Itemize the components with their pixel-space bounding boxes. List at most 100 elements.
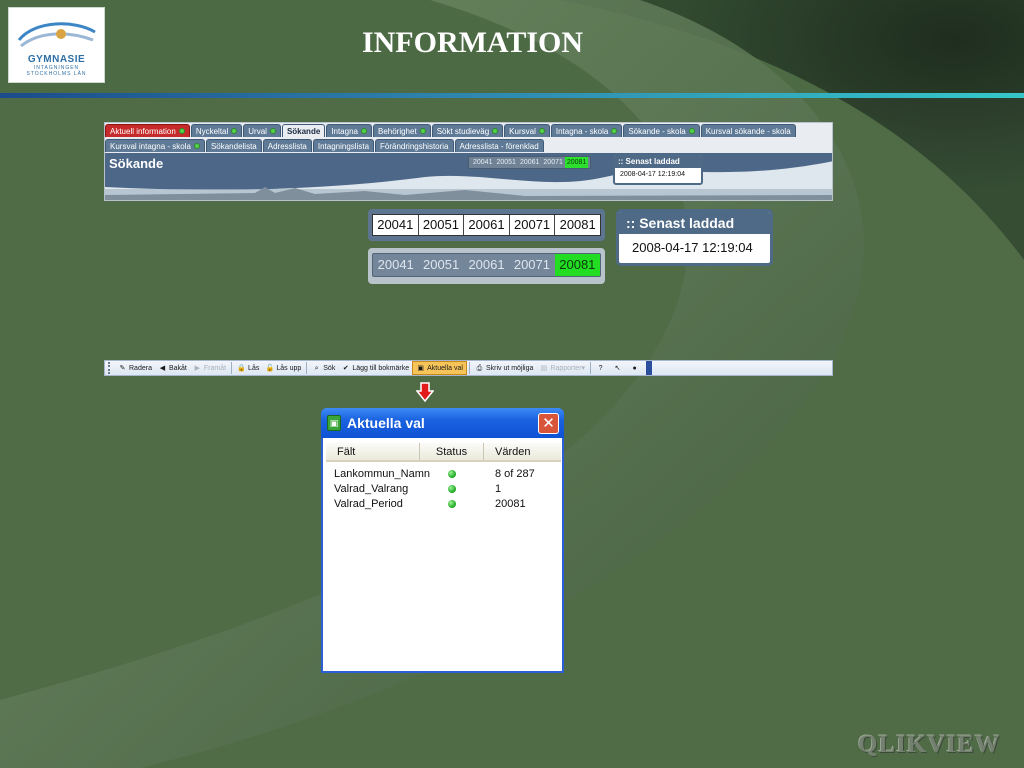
bakåt-button[interactable]: ◀ Bakåt: [155, 361, 190, 375]
close-button[interactable]: ✕: [538, 413, 559, 434]
period-option[interactable]: 20081: [554, 254, 601, 276]
tab-adresslista-förenklad[interactable]: Adresslista - förenklad: [454, 139, 544, 152]
period-option[interactable]: 20061: [464, 254, 509, 276]
tab-intagna[interactable]: Intagna: [326, 124, 372, 137]
period-option[interactable]: 20061: [518, 157, 541, 168]
toolbar-separator: [468, 362, 470, 374]
period-option[interactable]: 20071: [541, 157, 564, 168]
status-green-icon: [448, 469, 456, 478]
logo: GYMNASIE INTAGNINGEN STOCKHOLMS LÄN: [8, 7, 105, 83]
sök-button[interactable]: ⌕ Sök: [309, 361, 338, 375]
selection-row[interactable]: Valrad_Valrang 1: [326, 481, 561, 496]
field-values: 20081: [495, 497, 526, 510]
tab-adresslista[interactable]: Adresslista: [262, 139, 312, 152]
qlikview-toolbar: ✎ Radera ◀ Bakåt ▶ Framåt 🔒 Lås 🔓 Lås upp ⌕ Sök ✔ Läg…: [104, 360, 833, 376]
status-dot-icon: [193, 143, 200, 149]
period-option[interactable]: 20061: [464, 215, 510, 235]
aktuella-val-button[interactable]: ▣ Aktuella val: [412, 361, 467, 375]
chat-icon: ●: [632, 364, 637, 372]
tab-kursval-intagna-skola[interactable]: Kursval intagna - skola: [105, 139, 205, 152]
tab-förändringshistoria[interactable]: Förändringshistoria: [375, 139, 454, 152]
period-option[interactable]: 20081: [564, 157, 589, 168]
banner-last-loaded-label: :: Senast laddad: [615, 156, 701, 168]
tab-kursval[interactable]: Kursval: [504, 124, 550, 137]
toolbar-button-label: Radera: [129, 364, 152, 372]
skriv-ut-möjliga-button[interactable]: ⎙ Skriv ut möjliga: [472, 361, 536, 375]
banner-period-selector[interactable]: 20041 20051 20061 20071 20081: [468, 156, 592, 169]
column-header-field[interactable]: Fält: [326, 443, 420, 460]
eraser-icon: ✎: [119, 364, 126, 372]
tab-label: Intagna: [331, 126, 358, 136]
tab-behörighet[interactable]: Behörighet: [372, 124, 431, 137]
tab-label: Urval: [248, 126, 267, 136]
toolbar-end-cap: [646, 361, 653, 375]
period-option[interactable]: 20041: [373, 254, 418, 276]
tab-row-2: Kursval intagna - skola Sökandelista Adres…: [105, 139, 545, 153]
selection-row[interactable]: Valrad_Period 20081: [326, 496, 561, 511]
status-dot-icon: [231, 128, 238, 134]
lås-button[interactable]: 🔒 Lås: [234, 361, 262, 375]
tab-label: Adresslista: [267, 141, 307, 151]
tab-intagna-skola[interactable]: Intagna - skola: [550, 124, 623, 137]
toolbar-button-label: Bakåt: [168, 364, 187, 372]
period-selector-zoom-unselected: 20041 20051 20061 20071 20081: [368, 209, 605, 241]
toolbar-button-label: Aktuella val: [427, 364, 463, 372]
period-option[interactable]: 20041: [373, 215, 419, 235]
search-icon: ⌕: [314, 364, 319, 372]
tab-urval[interactable]: Urval: [243, 124, 281, 137]
period-option[interactable]: 20051: [418, 254, 463, 276]
tab-intagningslista[interactable]: Intagningslista: [312, 139, 375, 152]
lock-icon: 🔒: [237, 364, 246, 372]
toolbar-button-label: Lås: [248, 364, 260, 372]
selection-row[interactable]: Lankommun_Namn 8 of 287: [326, 466, 561, 481]
toolbar-button-label: Lås upp: [276, 364, 302, 372]
qlikview-brand: QLIKVIEW: [858, 731, 1001, 758]
toolbar-separator: [590, 362, 592, 374]
tab-label: Intagningslista: [317, 141, 370, 151]
column-header-status[interactable]: Status: [420, 443, 484, 460]
print-icon: ⎙: [476, 364, 483, 372]
window-titlebar[interactable]: ▣ Aktuella val ✕: [321, 408, 564, 438]
tab-sökande-skola[interactable]: Sökande - skola: [623, 124, 700, 137]
column-header-values[interactable]: Värden: [484, 443, 561, 460]
status-green-icon: [448, 499, 456, 508]
lägg-till-bokmärke-button[interactable]: ✔ Lägg till bokmärke: [338, 361, 412, 375]
tab-sökt-studieväg[interactable]: Sökt studieväg: [431, 124, 504, 137]
tab-aktuell-information[interactable]: Aktuell information: [105, 124, 190, 137]
tab-sökande[interactable]: Sökande: [281, 124, 326, 137]
back-icon: ◀: [159, 364, 166, 372]
field-values: 1: [495, 482, 502, 495]
current-selections-icon: ▣: [327, 415, 341, 431]
chat-button[interactable]: ●: [627, 361, 644, 375]
period-option[interactable]: 20071: [509, 254, 554, 276]
header-divider: [0, 93, 1024, 98]
status-dot-icon: [688, 128, 695, 134]
status-dot-icon: [611, 128, 618, 134]
logo-name: GYMNASIE: [27, 54, 86, 65]
tab-kursval-sökande-skola[interactable]: Kursval sökande - skola: [700, 124, 796, 137]
radera-button[interactable]: ✎ Radera: [115, 361, 155, 375]
status-cell: [420, 499, 484, 508]
rapporter-button[interactable]: ▤ Rapporter ▾: [536, 361, 588, 375]
lås-upp-button[interactable]: 🔓 Lås upp: [262, 361, 304, 375]
period-option[interactable]: 20051: [494, 157, 517, 168]
tab-label: Kursval sökande - skola: [705, 126, 791, 136]
tab-row-1: Aktuell information Nyckeltal Urval Sökande…: [105, 124, 797, 138]
period-option[interactable]: 20051: [419, 215, 465, 235]
tab-label: Sökande - skola: [628, 126, 686, 136]
status-dot-icon: [419, 128, 426, 134]
toolbar-grip-handle[interactable]: [108, 362, 112, 374]
bookmark-icon: ✔: [342, 364, 349, 372]
status-cell: [420, 469, 484, 478]
down-arrow-icon: [416, 382, 434, 402]
tab-sökandelista[interactable]: Sökandelista: [205, 139, 262, 152]
framåt-button[interactable]: ▶ Framåt: [190, 361, 229, 375]
banner-last-loaded: :: Senast laddad 2008-04-17 12:19:04: [613, 154, 703, 185]
tab-label: Behörighet: [377, 126, 417, 136]
period-option[interactable]: 20081: [555, 215, 600, 235]
period-option[interactable]: 20071: [510, 215, 556, 235]
period-option[interactable]: 20041: [471, 157, 494, 168]
tab-nyckeltal[interactable]: Nyckeltal: [190, 124, 243, 137]
help-button[interactable]: ?: [593, 361, 610, 375]
context-help-button[interactable]: ↖: [610, 361, 627, 375]
